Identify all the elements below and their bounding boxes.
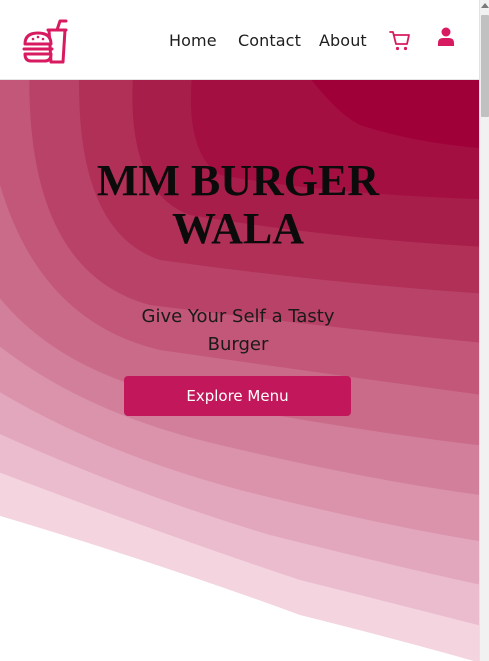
explore-menu-button[interactable]: Explore Menu xyxy=(124,376,351,416)
user-icon[interactable] xyxy=(438,27,454,46)
hero-section: MM BURGER WALA Give Your Self a Tasty Bu… xyxy=(0,80,479,661)
nav-about-link[interactable]: About xyxy=(319,31,367,50)
top-navbar: Home Contact About xyxy=(0,0,479,80)
vertical-scrollbar[interactable] xyxy=(479,0,489,661)
burger-logo-icon[interactable] xyxy=(20,18,68,66)
hero-subtitle: Give Your Self a Tasty Burger xyxy=(141,306,335,355)
hero-title: MM BURGER WALA xyxy=(96,156,380,253)
cart-icon[interactable] xyxy=(389,30,411,52)
scroll-up-arrow-icon[interactable] xyxy=(481,3,489,8)
nav-home-link[interactable]: Home xyxy=(169,31,217,50)
nav-contact-link[interactable]: Contact xyxy=(238,31,301,50)
page: Home Contact About MM BURGER WALA Give Y… xyxy=(0,0,479,661)
scrollbar-thumb[interactable] xyxy=(481,15,489,117)
